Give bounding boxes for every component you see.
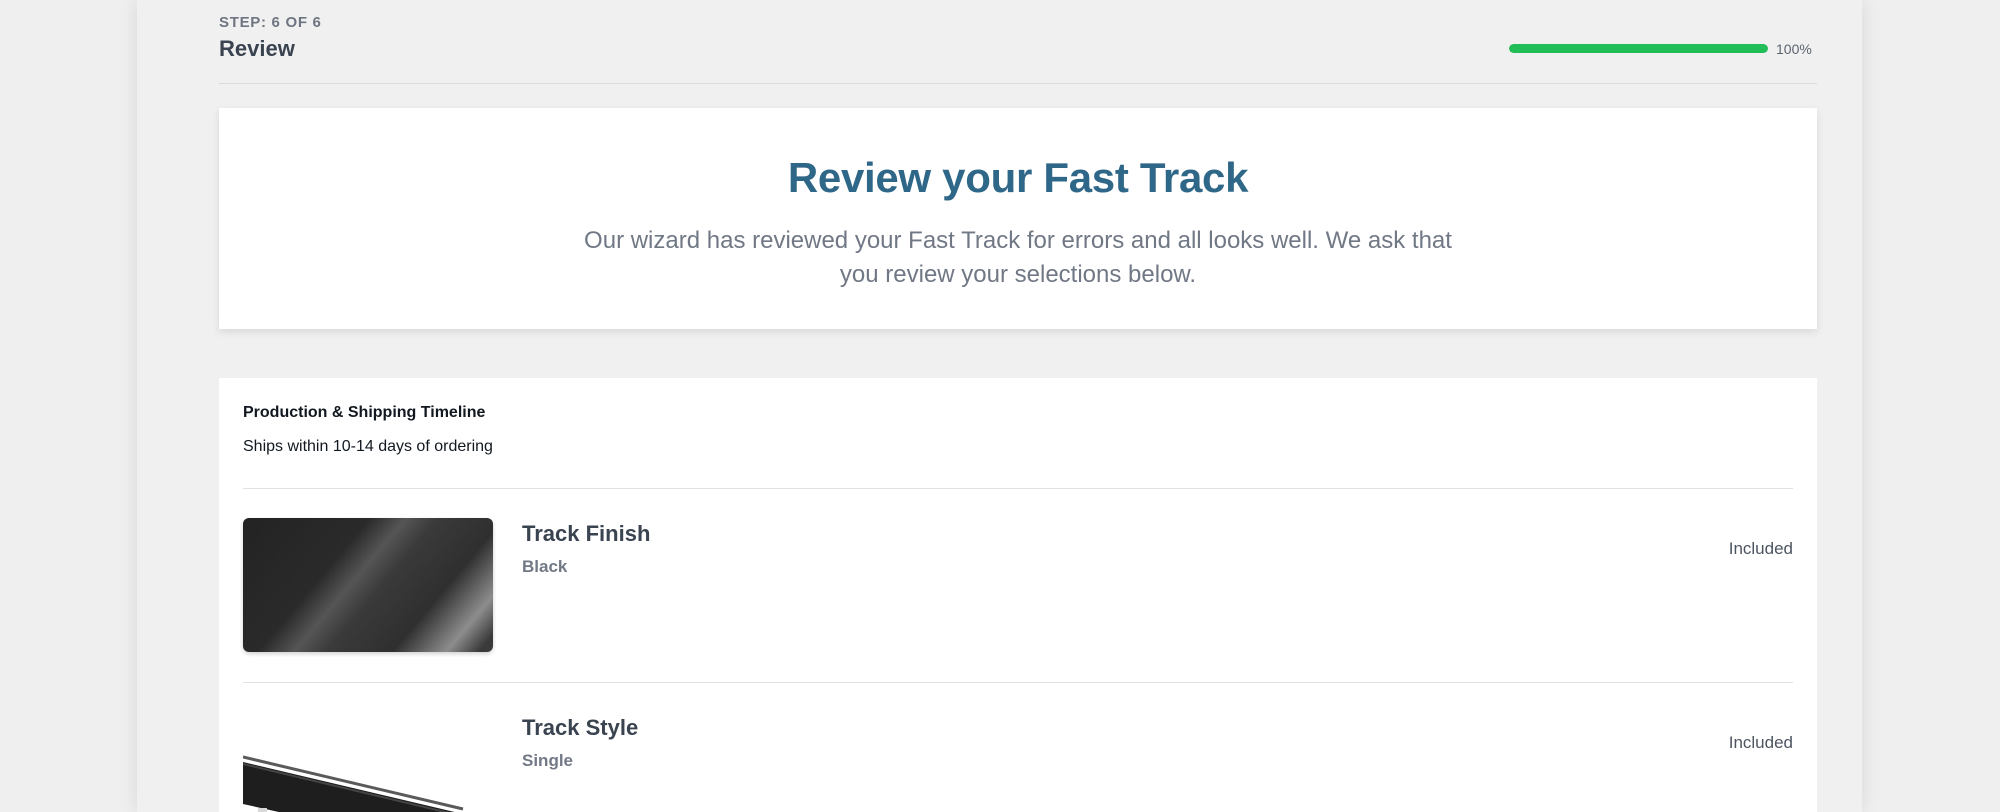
item-value: Single (522, 751, 574, 770)
progress-percent: 100% (1776, 41, 1812, 57)
black-finish-swatch (243, 518, 493, 652)
selection-summary-card: Production & Shipping Timeline Ships wit… (219, 378, 1817, 812)
review-intro-card: Review your Fast Track Our wizard has re… (219, 108, 1817, 329)
progress-fill (1509, 44, 1768, 53)
summary-divider (243, 488, 1793, 489)
review-description: Our wizard has reviewed your Fast Track … (584, 227, 1452, 288)
item-name: Track Style (522, 715, 639, 740)
page-title: Review (219, 36, 295, 61)
production-shipping-timeline: Production & Shipping Timeline Ships wit… (243, 403, 1793, 466)
review-heading: Review your Fast Track (787, 154, 1249, 201)
item-name: Track Finish (522, 521, 651, 546)
item-price: Included (1728, 733, 1793, 752)
step-indicator: STEP: 6 OF 6 (219, 14, 322, 31)
item-price: Included (1728, 539, 1793, 558)
selection-item-track-style: Track Style Single Included (243, 712, 1793, 812)
selection-item-track-finish: Track Finish Black Included (243, 518, 1793, 652)
progress-track (1509, 44, 1768, 53)
timeline-title: Production & Shipping Timeline (243, 404, 486, 421)
timeline-text: Ships within 10-14 days of ordering (243, 438, 493, 455)
step-header: STEP: 6 OF 6 Review 100% (219, 0, 1817, 84)
single-track-product-image (243, 722, 493, 812)
item-divider (243, 682, 1793, 683)
page-shell: STEP: 6 OF 6 Review 100% Review your Fas… (137, 0, 1862, 812)
progress-indicator: 100% (1509, 40, 1817, 57)
item-value: Black (522, 557, 568, 576)
content-area: STEP: 6 OF 6 Review 100% Review your Fas… (219, 0, 1817, 812)
